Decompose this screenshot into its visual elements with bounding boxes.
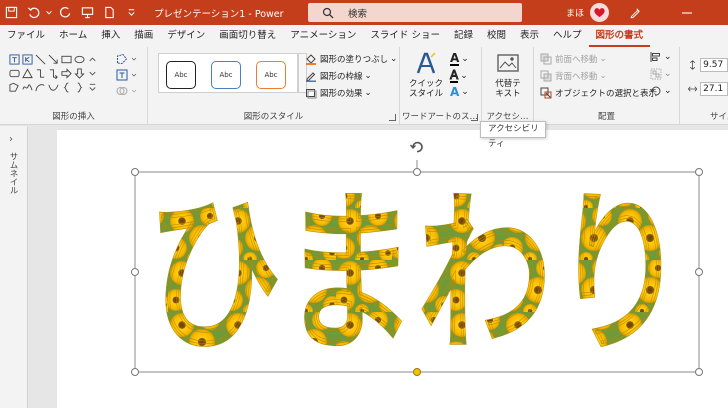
wordart-text[interactable]: ひまわり — [147, 174, 688, 378]
resize-handle-top[interactable] — [413, 168, 421, 176]
wordart-picture-text[interactable]: ひまわり — [0, 0, 728, 408]
rotate-handle-icon[interactable] — [409, 139, 425, 155]
accessibility-tooltip: アクセシビリティ — [480, 121, 546, 149]
adjust-handle[interactable] — [413, 368, 421, 376]
resize-handle-left[interactable] — [131, 268, 139, 276]
resize-handle-bottom-right[interactable] — [695, 368, 703, 376]
resize-handle-right[interactable] — [695, 268, 703, 276]
resize-handle-top-right[interactable] — [695, 168, 703, 176]
resize-handle-bottom-left[interactable] — [131, 368, 139, 376]
resize-handle-top-left[interactable] — [131, 168, 139, 176]
